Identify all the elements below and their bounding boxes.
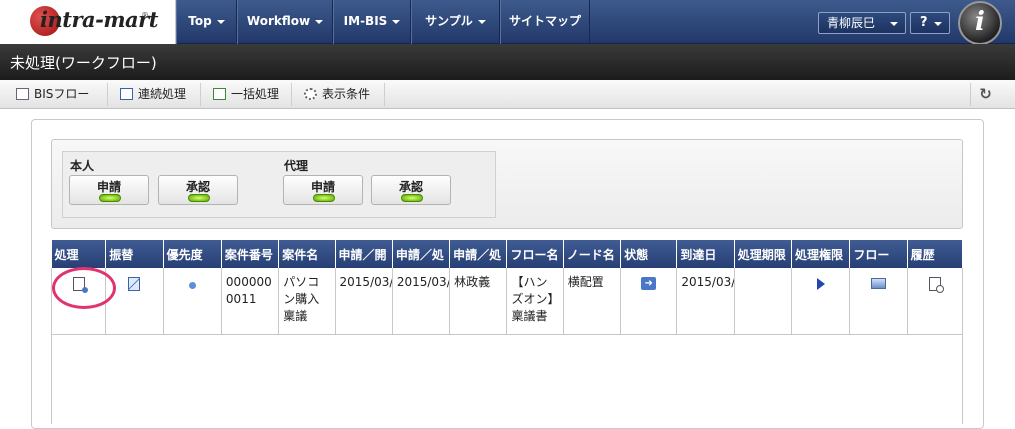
display-conditions-button[interactable]: 表示条件 — [299, 83, 385, 106]
list-icon — [16, 88, 29, 100]
checklist-icon — [213, 88, 226, 100]
col-header-priority[interactable]: 優先度 — [163, 240, 222, 268]
menu-workflow[interactable]: Workflow — [237, 0, 333, 44]
proxy-approve-button[interactable]: 承認 — [371, 175, 451, 205]
table-header-row: 処理 振替 優先度 案件番号 案件名 申請／開 申請／処 申請／処 フロー名 ノ… — [51, 240, 964, 268]
top-navigation: intra-mart ® Top Workflow IM-BIS サンプル サイ… — [0, 0, 1015, 45]
authority-play-icon[interactable] — [816, 278, 825, 290]
caret-down-icon — [890, 22, 898, 26]
page-title-bar: 未処理(ワークフロー) — [0, 44, 1015, 80]
bis-flow-label: BISフロー — [34, 87, 90, 101]
priority-dot-icon — [188, 282, 196, 289]
cell-case-number: 0000000011 — [221, 268, 280, 335]
info-badge-icon[interactable]: i — [958, 1, 1002, 45]
cell-transfer — [105, 268, 164, 335]
status-led-icon — [99, 194, 121, 202]
col-header-process[interactable]: 処理 — [51, 240, 107, 268]
menu-top[interactable]: Top — [176, 0, 237, 44]
toolbar: BISフロー 連続処理 一括処理 表示条件 — [0, 80, 1015, 109]
status-led-icon — [188, 194, 210, 202]
caret-down-icon — [392, 19, 401, 24]
logo-registered-mark: ® — [141, 11, 149, 20]
caret-down-icon — [934, 22, 942, 26]
help-menu-button[interactable]: ? — [910, 12, 950, 34]
col-header-processed-date[interactable]: 申請／処 — [392, 240, 451, 268]
col-header-applied-date[interactable]: 申請／開 — [335, 240, 393, 268]
windows-icon — [120, 88, 133, 100]
refresh-button[interactable]: ↻ — [970, 83, 1000, 106]
pending-workflow-table: 処理 振替 優先度 案件番号 案件名 申請／開 申請／処 申請／処 フロー名 ノ… — [50, 240, 964, 335]
col-header-deadline[interactable]: 処理期限 — [734, 240, 793, 268]
col-header-history[interactable]: 履歴 — [907, 240, 964, 268]
transfer-edit-icon[interactable] — [128, 277, 141, 291]
col-header-case-name[interactable]: 案件名 — [278, 240, 336, 268]
self-approve-button[interactable]: 承認 — [158, 175, 238, 205]
proxy-approve-label: 承認 — [398, 180, 423, 194]
intra-mart-logo[interactable]: intra-mart ® — [0, 0, 176, 44]
self-apply-button[interactable]: 申請 — [69, 175, 149, 205]
proxy-apply-button[interactable]: 申請 — [283, 175, 363, 205]
col-header-node-name[interactable]: ノード名 — [563, 240, 622, 268]
flow-image-icon[interactable] — [870, 278, 886, 289]
batch-processing-button[interactable]: 一括処理 — [208, 83, 292, 106]
user-menu-button[interactable]: 青柳辰巳 — [818, 12, 906, 34]
col-header-case-number[interactable]: 案件番号 — [221, 240, 280, 268]
cell-applicant: 林政義 — [449, 268, 508, 335]
menu-sitemap-label: サイトマップ — [508, 14, 581, 28]
proxy-apply-label: 申請 — [310, 180, 335, 194]
table-empty-area — [51, 334, 963, 424]
help-label: ? — [920, 15, 928, 30]
col-header-flow-name[interactable]: フロー名 — [506, 240, 564, 268]
bis-flow-button[interactable]: BISフロー — [11, 83, 108, 106]
menu-top-label: Top — [188, 14, 212, 28]
cell-deadline — [734, 268, 793, 335]
menu-im-bis-label: IM-BIS — [343, 14, 388, 28]
cell-status: ➜ — [620, 268, 678, 335]
cell-processed-date: 2015/03/1 — [392, 268, 451, 335]
user-name: 青柳辰巳 — [827, 16, 876, 30]
self-group-label: 本人 — [70, 159, 95, 173]
cell-flow-name: 【ハンズオン】稟議書 — [506, 268, 564, 335]
menu-sample[interactable]: サンプル — [411, 0, 500, 44]
cell-arrival-date: 2015/03/1 — [676, 268, 735, 335]
col-header-applicant[interactable]: 申請／処 — [449, 240, 508, 268]
cell-authority — [791, 268, 851, 335]
refresh-icon: ↻ — [979, 85, 992, 103]
page-title: 未処理(ワークフロー) — [10, 54, 157, 72]
gear-icon — [304, 88, 317, 100]
proxy-group-label: 代理 — [284, 159, 309, 173]
status-led-icon — [401, 194, 423, 202]
continuous-processing-button[interactable]: 連続処理 — [115, 83, 201, 106]
caret-down-icon — [315, 19, 324, 24]
history-clock-icon[interactable] — [928, 277, 944, 293]
col-header-arrival-date[interactable]: 到達日 — [676, 240, 735, 268]
cell-priority — [163, 268, 222, 335]
display-conditions-label: 表示条件 — [322, 87, 371, 101]
table-row: 0000000011 パソコン購入稟議 2015/03/1 2015/03/1 … — [50, 268, 964, 335]
status-arrow-right-icon[interactable]: ➜ — [641, 277, 657, 290]
batch-processing-label: 一括処理 — [231, 87, 280, 101]
col-header-authority[interactable]: 処理権限 — [791, 240, 851, 268]
status-led-icon — [313, 194, 335, 202]
info-badge-letter: i — [975, 7, 985, 37]
col-header-flow[interactable]: フロー — [849, 240, 908, 268]
continuous-processing-label: 連続処理 — [138, 87, 187, 101]
highlight-circle — [52, 267, 116, 309]
menu-sample-label: サンプル — [425, 14, 473, 28]
cell-flow — [849, 268, 908, 335]
self-approve-label: 承認 — [185, 180, 210, 194]
cell-history — [907, 268, 964, 335]
col-header-status[interactable]: 状態 — [620, 240, 678, 268]
caret-down-icon — [216, 19, 225, 24]
menu-sitemap[interactable]: サイトマップ — [500, 0, 590, 44]
cell-applied-date: 2015/03/1 — [335, 268, 393, 335]
self-apply-label: 申請 — [96, 180, 121, 194]
cell-node-name: 横配置 — [563, 268, 622, 335]
col-header-transfer[interactable]: 振替 — [105, 240, 164, 268]
menu-im-bis[interactable]: IM-BIS — [333, 0, 411, 44]
cell-case-name: パソコン購入稟議 — [278, 268, 336, 335]
caret-down-icon — [477, 19, 486, 24]
menu-workflow-label: Workflow — [246, 14, 311, 28]
